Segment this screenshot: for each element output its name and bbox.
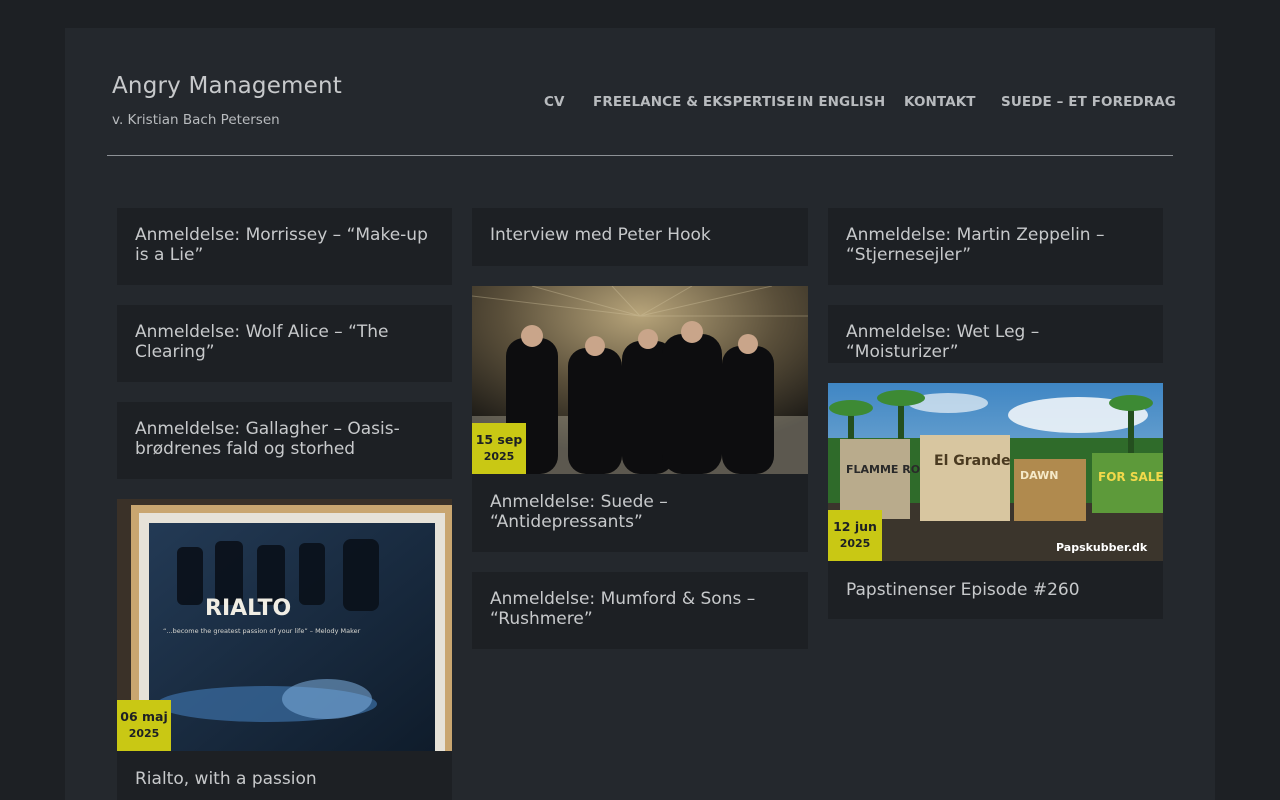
post-card[interactable]: Anmeldelse: Martin Zeppelin – “Stjernese… [828, 208, 1163, 285]
post-card[interactable]: Anmeldelse: Gallagher – Oasis-brødrenes … [117, 402, 452, 479]
post-card[interactable]: Anmeldelse: Morrissey – “Make-up is a Li… [117, 208, 452, 285]
rialto-caption-text: “...become the greatest passion of your … [163, 627, 361, 635]
date-day-month: 06 maj [120, 709, 168, 724]
date-badge: 06 maj 2025 [117, 700, 171, 751]
post-title[interactable]: Anmeldelse: Wolf Alice – “The Clearing” [135, 322, 438, 362]
date-year: 2025 [483, 450, 515, 463]
post-title[interactable]: Anmeldelse: Mumford & Sons – “Rushmere” [490, 589, 794, 629]
date-badge: 15 sep 2025 [472, 423, 526, 474]
post-card[interactable]: FLAMME ROUGE El Grande DAWN FOR SALE Pap… [828, 383, 1163, 619]
nav-item-in-english[interactable]: IN ENGLISH [797, 94, 885, 110]
nav-item-suede-foredrag[interactable]: SUEDE – ET FOREDRAG [1001, 94, 1176, 110]
game-box-label: DAWN [1020, 469, 1059, 482]
post-title[interactable]: Interview med Peter Hook [490, 225, 794, 245]
date-badge: 12 jun 2025 [828, 510, 882, 561]
post-card[interactable]: RIALTO “...become the greatest passion o… [117, 499, 452, 800]
nav-item-freelance[interactable]: FREELANCE & EKSPERTISE [593, 94, 795, 110]
date-day-month: 12 jun [833, 519, 877, 534]
header-divider [107, 155, 1173, 156]
post-title[interactable]: Anmeldelse: Suede – “Antidepressants” [490, 492, 794, 532]
page-container: Angry Management v. Kristian Bach Peters… [65, 28, 1215, 800]
nav-item-kontakt[interactable]: KONTAKT [904, 94, 976, 110]
main-nav: CV FREELANCE & EKSPERTISE IN ENGLISH KON… [65, 94, 1215, 114]
post-title[interactable]: Papstinenser Episode #260 [846, 580, 1149, 600]
post-title[interactable]: Rialto, with a passion [135, 769, 438, 789]
date-year: 2025 [128, 727, 160, 740]
post-title[interactable]: Anmeldelse: Gallagher – Oasis-brødrenes … [135, 419, 438, 459]
post-card[interactable]: Interview med Peter Hook [472, 208, 808, 266]
date-year: 2025 [839, 537, 871, 550]
rialto-logo-text: RIALTO [205, 596, 291, 621]
post-title[interactable]: Anmeldelse: Morrissey – “Make-up is a Li… [135, 225, 438, 265]
game-box-label: FOR SALE [1098, 470, 1163, 484]
post-card[interactable]: 15 sep 2025 Anmeldelse: Suede – “Antidep… [472, 286, 808, 552]
image-brand-text: Papskubber.dk [1056, 541, 1148, 554]
post-title[interactable]: Anmeldelse: Wet Leg – “Moisturizer” [846, 322, 1149, 362]
post-title[interactable]: Anmeldelse: Martin Zeppelin – “Stjernese… [846, 225, 1149, 265]
nav-item-cv[interactable]: CV [544, 94, 565, 110]
post-card[interactable]: Anmeldelse: Wet Leg – “Moisturizer” [828, 305, 1163, 363]
post-card[interactable]: Anmeldelse: Wolf Alice – “The Clearing” [117, 305, 452, 382]
game-box-label: El Grande [934, 453, 1011, 469]
site-description: v. Kristian Bach Petersen [112, 112, 280, 128]
post-card[interactable]: Anmeldelse: Mumford & Sons – “Rushmere” [472, 572, 808, 649]
date-day-month: 15 sep [475, 432, 523, 447]
